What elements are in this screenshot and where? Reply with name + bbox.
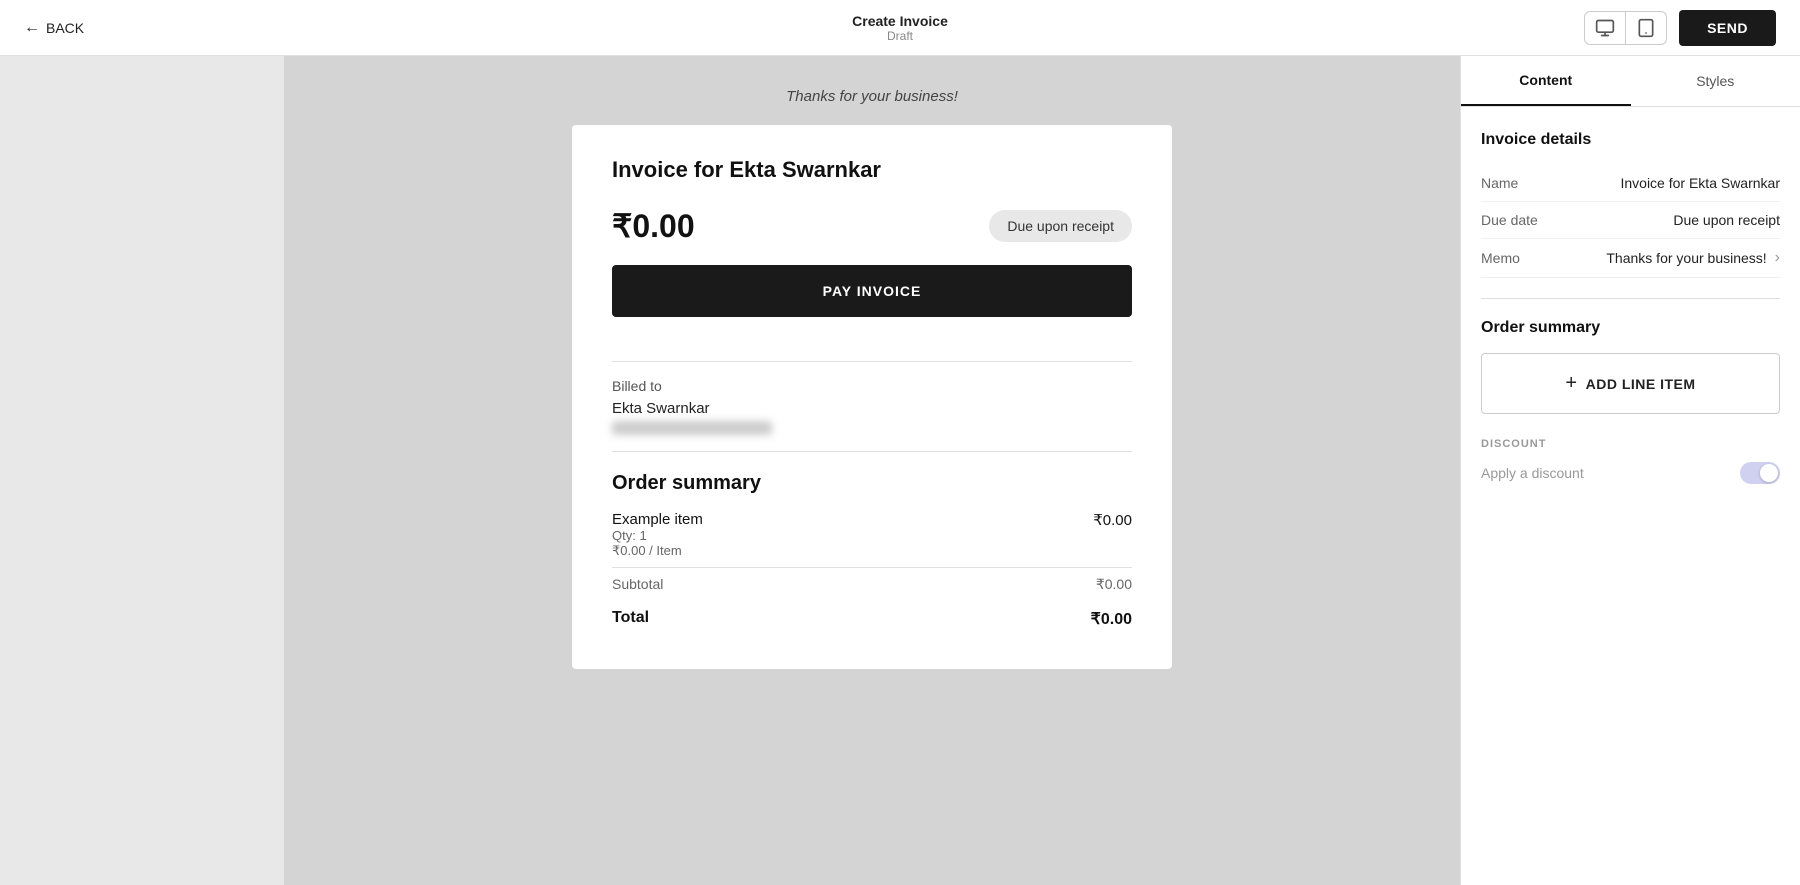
toggle-knob [1760, 464, 1778, 482]
add-line-item-label: ADD LINE ITEM [1586, 376, 1696, 392]
billed-email-blurred [612, 421, 772, 435]
subtotal-amount: ₹0.00 [1096, 576, 1132, 593]
chevron-right-icon: › [1775, 249, 1780, 267]
total-amount: ₹0.00 [1091, 609, 1132, 629]
monitor-icon [1595, 18, 1615, 38]
plus-icon: + [1565, 372, 1577, 395]
billed-to-label: Billed to [612, 378, 1132, 394]
name-label: Name [1481, 175, 1518, 191]
subtotal-label: Subtotal [612, 576, 663, 593]
send-button[interactable]: SEND [1679, 10, 1776, 46]
desktop-view-button[interactable] [1585, 12, 1626, 44]
memo-value-with-arrow: Thanks for your business! › [1606, 249, 1780, 267]
tablet-icon [1636, 18, 1656, 38]
tab-styles[interactable]: Styles [1631, 56, 1800, 106]
invoice-title: Invoice for Ekta Swarnkar [612, 157, 1132, 183]
memo-label: Memo [1481, 250, 1520, 266]
main-content: Thanks for your business! Invoice for Ek… [0, 56, 1800, 885]
order-summary-section: Order summary + ADD LINE ITEM [1481, 319, 1780, 414]
top-bar: ← BACK Create Invoice Draft SEND [0, 0, 1800, 56]
subtotal-row: Subtotal ₹0.00 [612, 567, 1132, 601]
discount-row: Apply a discount [1481, 462, 1780, 484]
top-bar-left: ← BACK [24, 19, 84, 37]
invoice-details-heading: Invoice details [1481, 131, 1780, 149]
total-row: Total ₹0.00 [612, 601, 1132, 637]
apply-discount-toggle[interactable] [1740, 462, 1780, 484]
billed-name: Ekta Swarnkar [612, 400, 1132, 417]
panel-tabs: Content Styles [1461, 56, 1800, 107]
due-date-label: Due date [1481, 212, 1538, 228]
card-divider-2 [612, 451, 1132, 452]
apply-discount-label: Apply a discount [1481, 465, 1584, 481]
left-panel [0, 56, 284, 885]
order-summary-heading: Order summary [1481, 319, 1780, 337]
item-price: ₹0.00 / Item [612, 543, 703, 559]
item-qty: Qty: 1 [612, 528, 703, 543]
tablet-view-button[interactable] [1626, 12, 1666, 44]
page-subtitle: Draft [852, 29, 948, 43]
view-toggle [1584, 11, 1667, 45]
preview-thanks-text: Thanks for your business! [786, 88, 958, 105]
back-button[interactable]: ← BACK [24, 19, 84, 37]
line-item-details: Example item Qty: 1 ₹0.00 / Item [612, 511, 703, 559]
detail-row-name[interactable]: Name Invoice for Ekta Swarnkar [1481, 165, 1780, 202]
back-arrow-icon: ← [24, 19, 40, 37]
due-badge: Due upon receipt [989, 210, 1132, 242]
detail-row-memo[interactable]: Memo Thanks for your business! › [1481, 239, 1780, 278]
line-item-amount: ₹0.00 [1093, 511, 1132, 529]
discount-section: DISCOUNT Apply a discount [1481, 438, 1780, 484]
top-bar-right: SEND [1584, 10, 1776, 46]
back-label: BACK [46, 20, 84, 36]
discount-section-label: DISCOUNT [1481, 438, 1780, 450]
memo-value: Thanks for your business! [1606, 250, 1766, 266]
line-item-row: Example item Qty: 1 ₹0.00 / Item ₹0.00 [612, 511, 1132, 559]
invoice-amount: ₹0.00 [612, 207, 695, 245]
invoice-amount-row: ₹0.00 Due upon receipt [612, 207, 1132, 245]
add-line-item-button[interactable]: + ADD LINE ITEM [1481, 353, 1780, 414]
order-summary-title: Order summary [612, 472, 1132, 495]
pay-invoice-button[interactable]: PAY INVOICE [612, 265, 1132, 317]
right-panel: Content Styles Invoice details Name Invo… [1460, 56, 1800, 885]
card-divider-1 [612, 361, 1132, 362]
preview-area: Thanks for your business! Invoice for Ek… [284, 56, 1460, 885]
total-label: Total [612, 609, 649, 629]
section-divider [1481, 298, 1780, 299]
panel-body: Invoice details Name Invoice for Ekta Sw… [1461, 107, 1800, 885]
tab-content[interactable]: Content [1461, 56, 1631, 106]
invoice-card: Invoice for Ekta Swarnkar ₹0.00 Due upon… [572, 125, 1172, 669]
page-title: Create Invoice [852, 13, 948, 29]
name-value: Invoice for Ekta Swarnkar [1620, 175, 1780, 191]
top-bar-center: Create Invoice Draft [852, 13, 948, 43]
item-name: Example item [612, 511, 703, 528]
detail-row-due-date[interactable]: Due date Due upon receipt [1481, 202, 1780, 239]
due-date-value: Due upon receipt [1673, 212, 1780, 228]
